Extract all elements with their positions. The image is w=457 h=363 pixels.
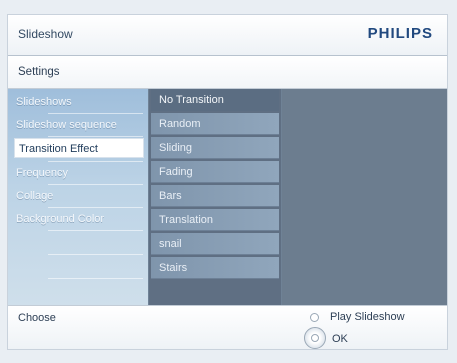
transition-fading[interactable]: Fading	[151, 161, 279, 183]
ok-label: OK	[332, 333, 348, 345]
menu-divider	[48, 207, 143, 208]
ok-button[interactable]	[304, 327, 326, 349]
play-slideshow-label: Play Slideshow	[330, 311, 405, 323]
menu-divider	[48, 184, 143, 185]
settings-label: Settings	[18, 66, 60, 78]
menu-item-slideshow-sequence[interactable]: Slideshow sequence	[8, 115, 148, 135]
screen: Slideshow PHILIPS Settings Slideshows Sl…	[7, 14, 448, 350]
nav-up-dot-icon[interactable]	[310, 313, 319, 322]
header-bar: Slideshow PHILIPS	[8, 15, 447, 56]
menu-item-frequency[interactable]: Frequency	[8, 163, 148, 183]
menu-divider	[48, 113, 143, 114]
menu-divider	[48, 278, 143, 279]
transition-submenu: No Transition Random Sliding Fading Bars…	[149, 89, 281, 305]
menu-item-background-color[interactable]: Background Color	[8, 209, 148, 229]
device-frame: Slideshow PHILIPS Settings Slideshows Sl…	[0, 0, 457, 363]
menu-divider	[48, 254, 143, 255]
transition-no-transition[interactable]: No Transition	[151, 89, 279, 111]
menu-divider	[48, 136, 143, 137]
transition-snail[interactable]: snail	[151, 233, 279, 255]
ok-center-icon	[311, 334, 319, 342]
choose-label: Choose	[18, 312, 56, 324]
transition-stairs[interactable]: Stairs	[151, 257, 279, 279]
transition-translation[interactable]: Translation	[151, 209, 279, 231]
menu-divider	[48, 230, 143, 231]
screen-title: Slideshow	[18, 27, 73, 41]
menu-divider	[48, 161, 143, 162]
transition-bars[interactable]: Bars	[151, 185, 279, 207]
transition-sliding[interactable]: Sliding	[151, 137, 279, 159]
preview-panel	[282, 89, 447, 305]
settings-menu: Slideshows Slideshow sequence Transition…	[8, 89, 148, 305]
footer-bar: Choose Play Slideshow OK	[8, 305, 447, 349]
brand-logo: PHILIPS	[367, 25, 433, 42]
settings-bar: Settings	[8, 56, 447, 89]
menu-item-collage[interactable]: Collage	[8, 186, 148, 206]
transition-random[interactable]: Random	[151, 113, 279, 135]
menu-item-transition-effect[interactable]: Transition Effect	[14, 138, 144, 158]
menu-item-slideshows[interactable]: Slideshows	[8, 92, 148, 112]
main-menu-area: Slideshows Slideshow sequence Transition…	[8, 89, 447, 305]
